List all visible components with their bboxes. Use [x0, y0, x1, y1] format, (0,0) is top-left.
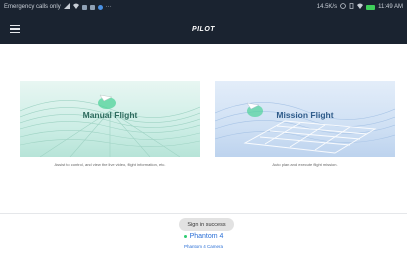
more-icon: ··· [105, 4, 112, 10]
notification-icon [97, 4, 103, 10]
status-left-text: Emergency calls only [4, 4, 61, 10]
status-bar: Emergency calls only ··· 14.5K/s 11:49 A… [0, 0, 407, 14]
signal-icon [63, 3, 70, 11]
app-title: PILOT [191, 25, 216, 33]
hamburger-menu-icon[interactable] [0, 14, 30, 44]
status-left: Emergency calls only ··· [4, 3, 317, 11]
mission-flight-card[interactable]: Mission Flight [215, 81, 395, 157]
status-right: 14.5K/s 11:49 AM [317, 3, 403, 11]
device-name-link[interactable]: Phantom 4 [190, 233, 224, 240]
alarm-icon [340, 3, 346, 11]
notification-icon [89, 4, 95, 10]
sign-in-toast: Sign in success [179, 218, 234, 231]
battery-icon [366, 4, 376, 10]
manual-flight-description: Assist to control, and view the live vid… [54, 162, 166, 167]
network-speed: 14.5K/s [316, 4, 338, 10]
clock: 11:49 AM [378, 4, 403, 10]
mission-flight-title: Mission Flight [276, 110, 334, 120]
vibrate-icon [349, 3, 354, 11]
manual-flight-title: Manual Flight [82, 110, 138, 120]
wifi-icon [72, 3, 79, 11]
wifi-icon [357, 3, 364, 11]
notification-icon [81, 4, 87, 10]
manual-flight-card[interactable]: Manual Flight [20, 81, 200, 157]
device-status[interactable]: Phantom 4 [0, 233, 407, 240]
divider [0, 213, 407, 214]
camera-name-link[interactable]: Phantom 4 Camera [0, 244, 407, 249]
online-status-icon [183, 235, 187, 238]
app-bar: PILOT [0, 14, 407, 44]
mission-flight-description: Auto plan and execute flight mission. [272, 162, 338, 167]
